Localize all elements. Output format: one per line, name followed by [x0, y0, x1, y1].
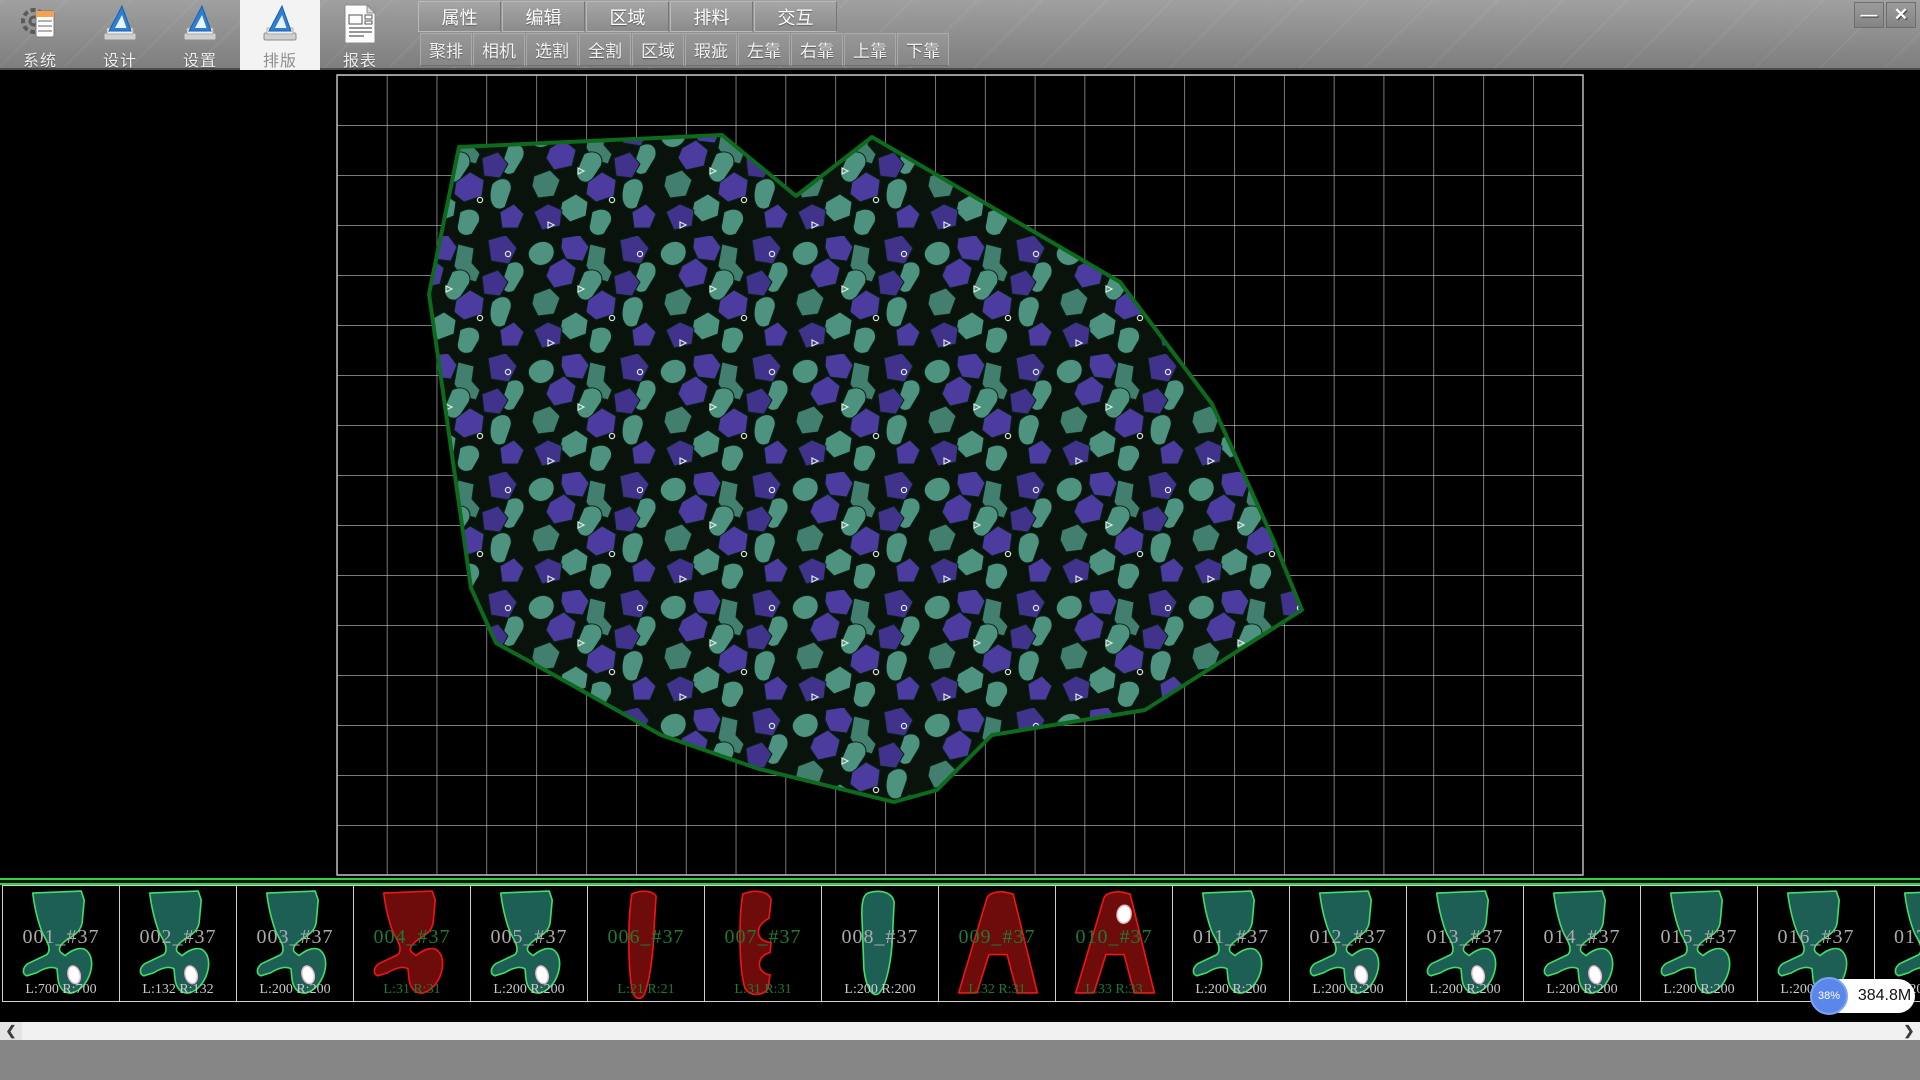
app-tab[interactable]: 设计 — [80, 0, 160, 70]
tool-button[interactable]: 上靠 — [844, 33, 896, 66]
status-badge: 38% 384.8M — [1810, 977, 1915, 1015]
parts-filmstrip: 001_#37 L:700 R:700 002_#37 L:132 R:132 … — [2, 885, 1920, 1002]
gear-icon — [17, 3, 63, 45]
app-tab-label: 系统 — [23, 47, 57, 71]
tool-button-label: 区域 — [641, 37, 675, 62]
part-thumbnail[interactable]: 011_#37 L:200 R:200 — [1172, 886, 1289, 1001]
menu-button[interactable]: 编辑 — [502, 1, 585, 32]
part-shape — [1413, 888, 1517, 999]
tool-button-label: 右靠 — [800, 37, 834, 62]
scroll-left-icon[interactable]: ❮ — [0, 1022, 22, 1040]
tool-button[interactable]: 聚排 — [420, 33, 472, 66]
nesting-drawing — [0, 72, 1920, 878]
menu-button-label: 区域 — [610, 4, 646, 30]
tool-button[interactable]: 相机 — [473, 33, 525, 66]
part-thumbnail[interactable]: 005_#37 L:200 R:200 — [470, 886, 587, 1001]
ruler-icon — [97, 3, 143, 45]
part-thumbnail[interactable]: 009_#37 L:32 R:31 — [938, 886, 1055, 1001]
menu-button[interactable]: 属性 — [418, 1, 501, 32]
tool-button-label: 全割 — [588, 37, 622, 62]
app-tab[interactable]: 报表 — [320, 0, 400, 70]
status-bar — [0, 1040, 1920, 1080]
part-thumbnail[interactable]: 013_#37 L:200 R:200 — [1406, 886, 1523, 1001]
ruler-icon — [257, 3, 303, 45]
toolbar: 系统 设计 设置 排版 报表 属性 — [0, 0, 1920, 70]
tool-button[interactable]: 全割 — [579, 33, 631, 66]
part-shape — [711, 888, 815, 999]
part-shape — [828, 888, 932, 999]
part-shape — [243, 888, 347, 999]
menu-button[interactable]: 排料 — [670, 1, 753, 32]
part-shape — [477, 888, 581, 999]
menu-button-label: 属性 — [442, 4, 478, 30]
memory-usage: 384.8M — [1854, 977, 1915, 1015]
part-thumbnail[interactable]: 008_#37 L:200 R:200 — [821, 886, 938, 1001]
tool-button-label: 上靠 — [853, 37, 887, 62]
part-shape — [594, 888, 698, 999]
close-button[interactable]: ✕ — [1886, 2, 1916, 28]
progress-percent: 38% — [1810, 977, 1848, 1015]
horizontal-scrollbar[interactable]: ❮ ❯ — [0, 1022, 1920, 1040]
part-shape — [1530, 888, 1634, 999]
app-tab[interactable]: 排版 — [240, 0, 320, 70]
tool-button[interactable]: 下靠 — [897, 33, 949, 66]
strip-divider — [0, 878, 1920, 885]
part-shape — [126, 888, 230, 999]
part-thumbnail[interactable]: 014_#37 L:200 R:200 — [1523, 886, 1640, 1001]
tool-button-label: 下靠 — [906, 37, 940, 62]
tool-button[interactable]: 区域 — [632, 33, 684, 66]
menu-button[interactable]: 交互 — [754, 1, 837, 32]
part-shape — [1296, 888, 1400, 999]
app-tab-label: 设置 — [183, 47, 217, 71]
app-tab-label: 设计 — [103, 47, 137, 71]
menu-button-label: 交互 — [778, 4, 814, 30]
window-controls: — ✕ — [1854, 2, 1916, 28]
app-switcher: 系统 设计 设置 排版 报表 — [0, 0, 400, 70]
tool-button[interactable]: 选割 — [526, 33, 578, 66]
tool-button-label: 左靠 — [747, 37, 781, 62]
menu-button-label: 编辑 — [526, 4, 562, 30]
report-icon — [337, 3, 383, 45]
part-thumbnail[interactable]: 002_#37 L:132 R:132 — [119, 886, 236, 1001]
part-shape — [1647, 888, 1751, 999]
part-thumbnail[interactable]: 004_#37 L:31 R:31 — [353, 886, 470, 1001]
part-thumbnail[interactable]: 003_#37 L:200 R:200 — [236, 886, 353, 1001]
tool-button[interactable]: 右靠 — [791, 33, 843, 66]
ruler-icon — [177, 3, 223, 45]
tool-button[interactable]: 瑕疵 — [685, 33, 737, 66]
app-tab-label: 报表 — [343, 47, 377, 71]
scroll-right-icon[interactable]: ❯ — [1898, 1022, 1920, 1040]
part-thumbnail[interactable]: 001_#37 L:700 R:700 — [2, 886, 119, 1001]
app-tab[interactable]: 系统 — [0, 0, 80, 70]
part-shape — [945, 888, 1049, 999]
part-thumbnail[interactable]: 010_#37 L:33 R:33 — [1055, 886, 1172, 1001]
menu-button[interactable]: 区域 — [586, 1, 669, 32]
part-shape — [360, 888, 464, 999]
minimize-button[interactable]: — — [1854, 2, 1884, 28]
tool-button-label: 选割 — [535, 37, 569, 62]
part-thumbnail[interactable]: 012_#37 L:200 R:200 — [1289, 886, 1406, 1001]
app-tab[interactable]: 设置 — [160, 0, 240, 70]
menu-row-primary: 属性 编辑 区域 排料 交互 — [418, 1, 838, 32]
part-shape — [1062, 888, 1166, 999]
part-thumbnail[interactable]: 015_#37 L:200 R:200 — [1640, 886, 1757, 1001]
part-thumbnail[interactable]: 006_#37 L:21 R:21 — [587, 886, 704, 1001]
part-thumbnail[interactable]: 007_#37 L:31 R:31 — [704, 886, 821, 1001]
tool-button[interactable]: 左靠 — [738, 33, 790, 66]
nesting-canvas[interactable] — [0, 72, 1920, 878]
menu-button-label: 排料 — [694, 4, 730, 30]
tool-button-label: 瑕疵 — [694, 37, 728, 62]
menu-row-secondary: 聚排 相机 选割 全割 区域 瑕疵 左靠 右靠 — [420, 33, 950, 66]
tool-button-label: 聚排 — [429, 37, 463, 62]
application-window: { "window": { "minimize_label": "—", "cl… — [0, 0, 1920, 1080]
tool-button-label: 相机 — [482, 37, 516, 62]
app-tab-label: 排版 — [263, 47, 297, 71]
part-shape — [1179, 888, 1283, 999]
part-shape — [9, 888, 113, 999]
